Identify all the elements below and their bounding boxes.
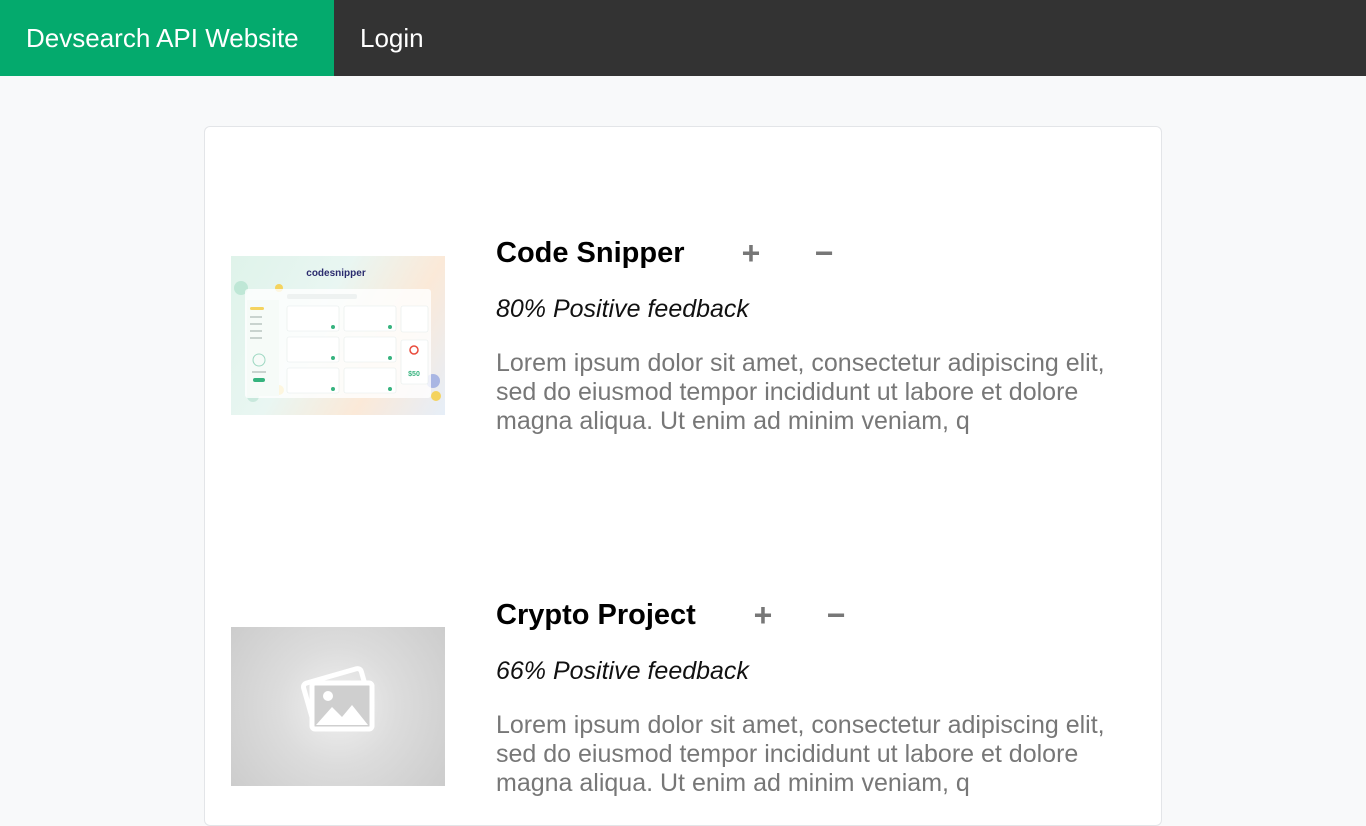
project-feedback: 66% Positive feedback bbox=[496, 657, 749, 685]
project-title[interactable]: Crypto Project bbox=[496, 597, 696, 633]
upvote-button[interactable]: + bbox=[745, 597, 781, 633]
project-description: Lorem ipsum dolor sit amet, consectetur … bbox=[496, 711, 1105, 797]
projects-card: codesnipper $50 Code Snipper + − 80% Pos… bbox=[204, 126, 1162, 826]
project-title[interactable]: Code Snipper bbox=[496, 235, 685, 271]
thumbnail-logo-text: codesnipper bbox=[306, 268, 366, 279]
brand-link[interactable]: Devsearch API Website bbox=[0, 0, 334, 76]
codesnipper-screenshot: codesnipper $50 bbox=[234, 268, 441, 402]
downvote-button[interactable]: − bbox=[818, 597, 854, 633]
downvote-button[interactable]: − bbox=[806, 235, 842, 271]
navbar: Devsearch API Website Login bbox=[0, 0, 1366, 76]
project-thumbnail[interactable]: codesnipper $50 bbox=[231, 256, 445, 415]
image-placeholder-icon bbox=[300, 666, 375, 732]
login-link[interactable]: Login bbox=[334, 0, 452, 76]
project-thumbnail[interactable] bbox=[231, 627, 445, 786]
upvote-button[interactable]: + bbox=[733, 235, 769, 271]
thumbnail-price-text: $50 bbox=[408, 371, 420, 378]
project-description: Lorem ipsum dolor sit amet, consectetur … bbox=[496, 349, 1105, 435]
project-feedback: 80% Positive feedback bbox=[496, 295, 749, 323]
